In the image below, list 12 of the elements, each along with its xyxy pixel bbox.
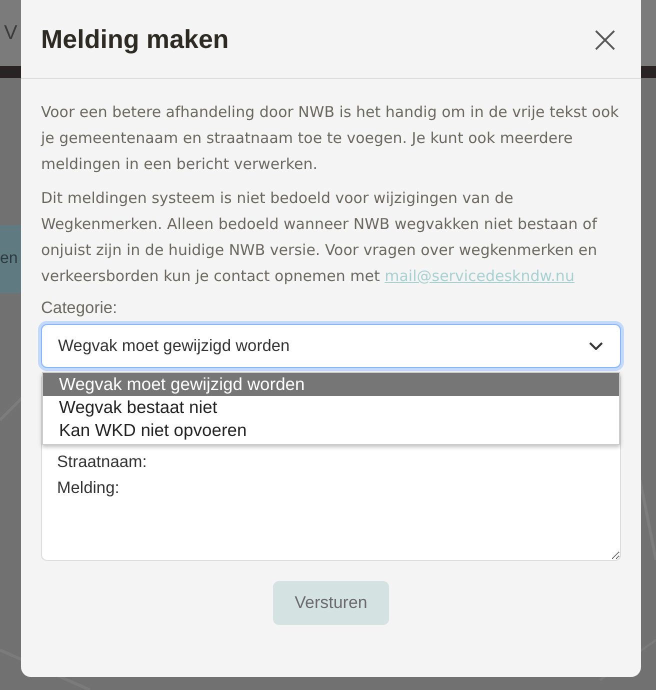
dropdown-option[interactable]: Wegvak bestaat niet: [43, 396, 619, 419]
dialog-title: Melding maken: [41, 24, 229, 54]
info-paragraph: Voor een betere afhandeling door NWB is het handig om in de vrije tekst ook je gemeentenaam en straatnaam toe te voegen. Je kunt ook meerdere meldingen in een bericht verwerken.: [41, 102, 620, 175]
category-dropdown[interactable]: Wegvak moet gewijzigd worden: [41, 324, 621, 368]
dropdown-option[interactable]: Kan WKD niet opvoeren: [43, 419, 619, 442]
banner-text: en: [0, 250, 18, 268]
chevron-down-icon: [589, 342, 603, 350]
info-paragraph: Dit meldingen systeem is niet bedoeld voor wijzigingen van de Wegkenmerken. Alleen bedoeld wanneer NWB wegvakken niet bestaan of onjuist zijn in de huidige NWB versie. Voor vragen over wegkenmerken en verkeersborden kun je contact opnemen met mail@servicedeskndw.nu: [41, 188, 598, 287]
header-text: V: [4, 22, 18, 45]
category-label: Categorie:: [41, 299, 118, 318]
close-button[interactable]: ×: [585, 20, 625, 58]
dropdown-option[interactable]: Wegvak moet gewijzigd worden: [43, 373, 619, 396]
